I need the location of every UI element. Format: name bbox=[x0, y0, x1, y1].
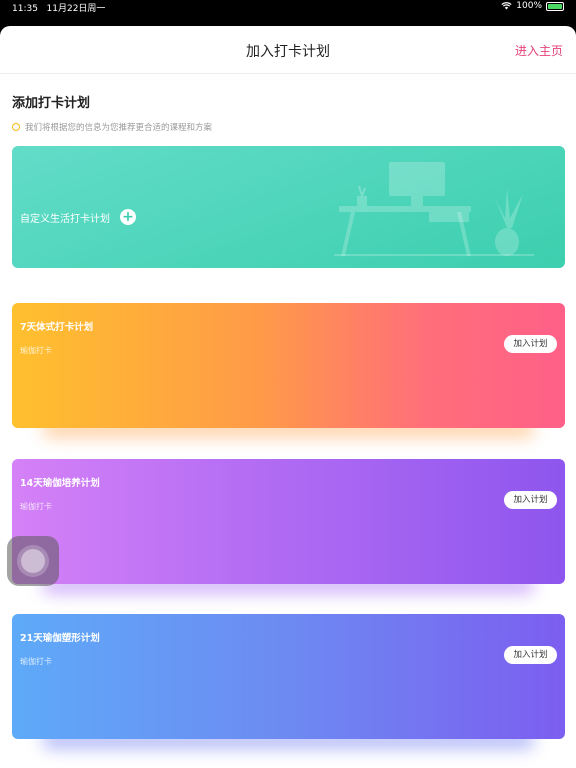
plan-card-7day[interactable]: 7天体式打卡计划 瑜伽打卡 加入计划 bbox=[12, 303, 565, 438]
status-time: 11:35 bbox=[12, 4, 38, 14]
wifi-icon bbox=[501, 2, 512, 10]
status-date: 11月22日周一 bbox=[46, 4, 106, 14]
plan-subtitle: 瑜伽打卡 bbox=[20, 502, 52, 511]
desk-illustration-icon bbox=[334, 162, 534, 256]
join-plan-button[interactable]: 加入计划 bbox=[504, 335, 557, 353]
battery-percent: 100% bbox=[516, 1, 542, 11]
plan-card-background: 21天瑜伽塑形计划 瑜伽打卡 加入计划 bbox=[12, 614, 565, 739]
status-datetime: 11:35 11月22日周一 bbox=[12, 1, 105, 14]
custom-plan-card[interactable]: 自定义生活打卡计划 + bbox=[12, 146, 565, 268]
assistive-touch-icon bbox=[21, 549, 45, 573]
plus-icon[interactable]: + bbox=[120, 209, 136, 225]
assistive-touch-button[interactable] bbox=[7, 536, 59, 586]
plan-card-background: 7天体式打卡计划 瑜伽打卡 加入计划 bbox=[12, 303, 565, 428]
status-right: 100% bbox=[501, 1, 564, 11]
status-bar: 11:35 11月22日周一 100% bbox=[0, 0, 576, 14]
battery-icon bbox=[546, 1, 564, 11]
navbar: 加入打卡计划 进入主页 bbox=[0, 26, 576, 74]
hint-text: 我们将根据您的信息为您推荐更合适的课程和方案 bbox=[25, 123, 213, 133]
modal-sheet: 加入打卡计划 进入主页 添加打卡计划 我们将根据您的信息为您推荐更合适的课程和方… bbox=[0, 26, 576, 768]
join-plan-button[interactable]: 加入计划 bbox=[504, 491, 557, 509]
plan-title: 7天体式打卡计划 bbox=[20, 322, 94, 333]
plan-card-background: 14天瑜伽培养计划 瑜伽打卡 加入计划 bbox=[12, 459, 565, 584]
plan-title: 14天瑜伽培养计划 bbox=[20, 478, 100, 489]
enter-home-button[interactable]: 进入主页 bbox=[515, 42, 563, 59]
plan-card-21day[interactable]: 21天瑜伽塑形计划 瑜伽打卡 加入计划 bbox=[12, 614, 565, 749]
custom-plan-row: 自定义生活打卡计划 + bbox=[20, 209, 136, 225]
plan-subtitle: 瑜伽打卡 bbox=[20, 346, 52, 355]
plan-card-14day[interactable]: 14天瑜伽培养计划 瑜伽打卡 加入计划 bbox=[12, 459, 565, 594]
page-title: 加入打卡计划 bbox=[246, 44, 330, 60]
hint-row: 我们将根据您的信息为您推荐更合适的课程和方案 bbox=[12, 121, 212, 133]
section-title: 添加打卡计划 bbox=[12, 96, 91, 111]
custom-plan-label: 自定义生活打卡计划 bbox=[20, 213, 110, 225]
join-plan-button[interactable]: 加入计划 bbox=[504, 646, 557, 664]
custom-card-background: 自定义生活打卡计划 + bbox=[12, 146, 565, 268]
hint-dot-icon bbox=[12, 123, 20, 131]
plan-title: 21天瑜伽塑形计划 bbox=[20, 633, 100, 644]
plan-subtitle: 瑜伽打卡 bbox=[20, 657, 52, 666]
